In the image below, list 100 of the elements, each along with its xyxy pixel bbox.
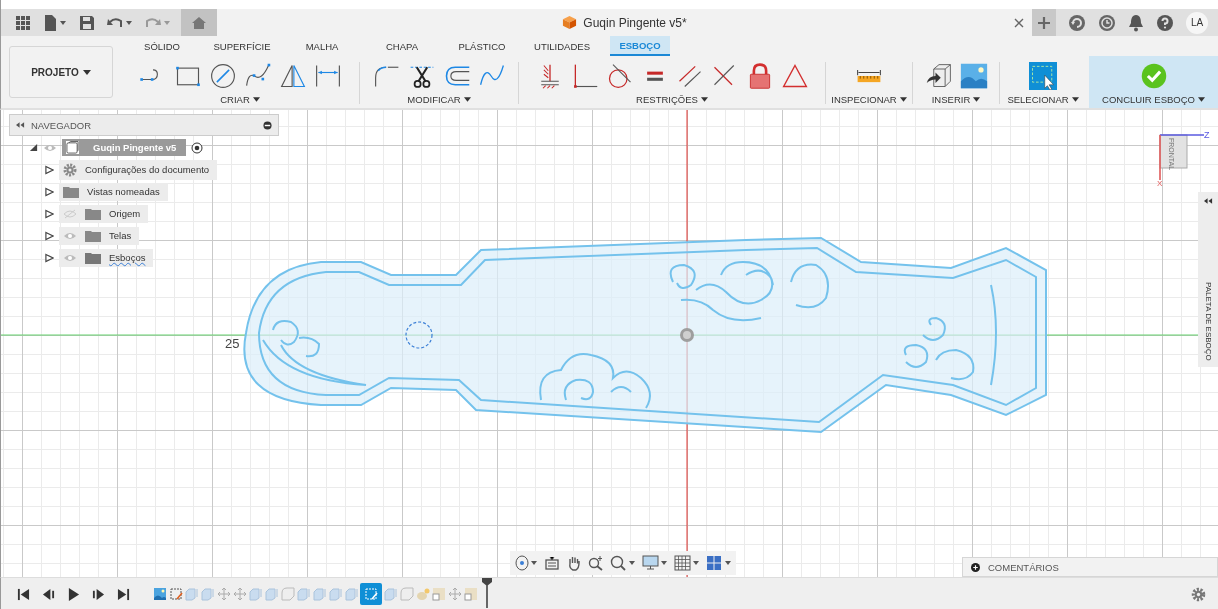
expand-triangle-icon[interactable] [29,143,38,152]
document-tab[interactable]: Guqin Pingente v5* [217,9,1032,36]
browser-item[interactable]: Configurações do documento [59,159,218,180]
clock-icon[interactable] [1098,13,1116,32]
hand-icon[interactable] [566,555,582,571]
select-icon[interactable] [1029,62,1057,90]
close-icon[interactable] [1014,18,1024,28]
browser-item[interactable]: Origem [59,204,149,223]
folder-icon [63,185,79,198]
timeline-feature[interactable] [360,583,382,605]
ribbon-tab[interactable]: UTILIDADES [522,36,602,56]
browser-item[interactable]: Vistas nomeadas [59,182,168,201]
caret-icon [252,97,260,102]
axis-label: Z [1204,130,1210,140]
dimension-text: 25 [225,336,240,351]
expand-icon[interactable] [1203,198,1213,204]
extrude-icon [264,587,279,601]
play-icon[interactable] [67,587,80,601]
home-tab[interactable] [181,9,217,36]
collapse-icon[interactable] [16,122,25,128]
apps-grid-icon[interactable] [15,14,31,31]
expand-triangle-icon[interactable] [45,252,54,263]
axis-label: X [1157,179,1163,188]
plus-icon [1037,15,1051,30]
expand-triangle-icon[interactable] [45,230,54,241]
extrude-icon [328,587,343,601]
caret-icon [82,69,91,75]
grid-icon[interactable] [674,555,700,571]
zoom-icon[interactable] [588,555,604,571]
first-icon[interactable] [17,587,30,601]
expand-triangle-icon[interactable] [45,186,54,197]
finish-sketch-button[interactable]: CONCLUIR ESBOÇO [1100,94,1207,105]
home-icon [191,15,207,30]
create-menu-button[interactable]: CRIAR [218,94,262,105]
fillet-icon [399,587,414,601]
inspect-menu-button[interactable]: INSPECIONAR [829,94,909,105]
add-icon[interactable] [971,562,980,572]
extrude-icon [248,587,263,601]
browser-item[interactable]: Esboços [59,248,154,267]
file-icon[interactable] [43,14,67,31]
caret-icon [1197,97,1205,102]
timeline-marker-icon[interactable] [482,578,492,608]
sketch-icon [168,587,183,601]
expand-triangle-icon[interactable] [45,164,54,175]
user-avatar[interactable]: LA [1186,11,1208,34]
last-icon[interactable] [117,587,130,601]
palette-title: PALETA DE ESBOÇO [1203,282,1213,361]
frame-icon [463,587,478,601]
radio-icon[interactable] [191,141,204,154]
constraints-menu-button[interactable]: RESTRIÇÕES [634,94,710,105]
fillet-icon [280,587,295,601]
fit-icon[interactable] [610,555,636,571]
texture-icon [415,587,430,601]
check-icon[interactable] [1139,62,1168,90]
folder-icon [85,207,101,220]
frame-icon [431,587,446,601]
comments-panel[interactable]: COMENTÁRIOS [962,557,1218,577]
viewports-icon[interactable] [706,555,732,571]
image-icon[interactable] [959,62,988,90]
move-icon [232,587,247,601]
extrude-icon [383,587,398,601]
settings-icon[interactable] [1191,587,1206,602]
ribbon-tab[interactable]: SÓLIDO [122,36,202,56]
mirror-icon[interactable] [278,62,307,90]
caret-icon [899,97,907,102]
browser-item[interactable]: Telas [59,226,140,245]
sketch-circle [405,321,433,349]
previous-icon[interactable] [42,587,55,601]
display-icon[interactable] [642,555,668,571]
insert-menu-button[interactable]: INSERIR [929,94,983,105]
extrude-icon [344,587,359,601]
ribbon-tab[interactable]: PLÁSTICO [442,36,522,56]
sketch-palette-tab[interactable]: PALETA DE ESBOÇO [1198,192,1218,367]
ribbon-tab[interactable]: CHAPA [362,36,442,56]
sketch-icon [364,587,378,601]
extrude-icon [184,587,199,601]
caret-icon [463,97,471,102]
ribbon-tab[interactable]: SUPERFÍCIE [202,36,282,56]
select-menu-button[interactable]: SELECIONAR [1005,94,1081,105]
ribbon-tab[interactable]: MALHA [282,36,362,56]
triangle-icon[interactable] [780,62,809,90]
circle-icon[interactable] [208,62,237,90]
save-icon[interactable] [79,14,95,31]
modify-menu-button[interactable]: MODIFICAR [405,94,473,105]
orbit-icon[interactable] [514,555,538,571]
next-icon[interactable] [92,587,105,601]
comments-title: COMENTÁRIOS [988,561,1059,573]
bell-icon[interactable] [1128,13,1144,32]
pin-icon[interactable] [263,120,272,130]
help-icon[interactable] [1156,13,1174,32]
sync-icon[interactable] [1068,13,1086,32]
extrude-icon [200,587,215,601]
workspace-button[interactable]: PROJETO [9,46,113,98]
new-tab-button[interactable] [1032,9,1056,36]
expand-triangle-icon[interactable] [45,208,54,219]
browser-title: NAVEGADOR [31,119,92,131]
origin-point [680,328,694,342]
insert-icon[interactable] [924,62,953,90]
item-label: Configurações do documento [85,164,210,175]
look-at-icon[interactable] [544,555,560,571]
